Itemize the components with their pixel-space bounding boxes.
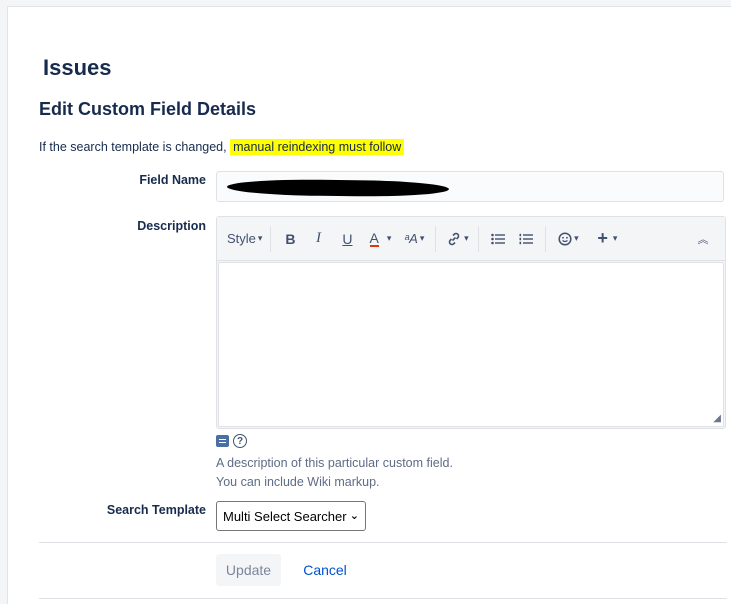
numbered-list-button[interactable] <box>512 225 540 253</box>
description-textarea[interactable]: ◢ <box>218 262 724 427</box>
wiki-markup-icon[interactable] <box>216 435 229 447</box>
help-icon[interactable]: ? <box>233 434 247 448</box>
field-name-label: Field Name <box>139 173 206 187</box>
chevron-down-icon: ▾ <box>612 233 618 243</box>
chevron-down-icon: ▾ <box>464 233 469 243</box>
field-name-input[interactable] <box>216 171 724 202</box>
numbered-list-icon <box>519 233 534 244</box>
update-button[interactable]: Update <box>216 554 281 586</box>
text-color-button[interactable]: A ▾ <box>362 225 398 253</box>
bottom-divider <box>39 598 727 599</box>
toolbar-separator <box>435 225 437 252</box>
link-icon <box>448 232 460 245</box>
plus-icon: + <box>597 228 608 248</box>
description-hint: A description of this particular custom … <box>216 456 453 470</box>
italic-button[interactable]: I <box>304 225 332 253</box>
chevron-down-icon: ⌄ <box>349 510 359 522</box>
search-template-label: Search Template <box>106 503 206 517</box>
underline-button[interactable]: U <box>332 225 362 253</box>
left-rail <box>0 6 8 604</box>
warning-text: If the search template is changed, <box>39 140 227 154</box>
wiki-markup-row: ? <box>216 434 247 448</box>
collapse-toolbar-button[interactable]: ︽ <box>689 225 717 253</box>
chevron-down-icon: ▾ <box>419 233 425 243</box>
top-strip <box>0 0 731 7</box>
emoji-button[interactable]: ▾ <box>551 225 585 253</box>
chevron-down-icon: ▾ <box>386 233 392 243</box>
form-divider <box>39 542 727 543</box>
page-title: Issues <box>43 55 112 80</box>
style-label: Style <box>227 231 256 246</box>
editor-toolbar: Style ▾ B I U A ▾ ᵃA ▾ ▾ ▾ + ▾ ︽ <box>217 217 725 261</box>
bullet-list-icon <box>491 233 506 244</box>
font-size-button[interactable]: ᵃA ▾ <box>398 225 430 253</box>
warning-highlight: manual reindexing must follow <box>230 139 405 155</box>
bold-button[interactable]: B <box>276 225 304 253</box>
redacted-value <box>226 178 450 198</box>
toolbar-separator <box>545 225 547 252</box>
chevron-down-icon: ▾ <box>257 233 263 243</box>
reindex-warning: If the search template is changed, manua… <box>39 139 405 155</box>
wiki-markup-hint: You can include Wiki markup. <box>216 475 380 489</box>
search-template-select[interactable]: Multi Select Searcher ⌄ <box>216 501 366 531</box>
cancel-button[interactable]: Cancel <box>297 554 353 586</box>
section-title: Edit Custom Field Details <box>39 99 257 119</box>
bullet-list-button[interactable] <box>484 225 512 253</box>
chevron-double-up-icon: ︽ <box>697 233 709 246</box>
chevron-down-icon: ▾ <box>574 233 579 243</box>
font-size-icon: ᵃA <box>404 231 418 246</box>
description-label: Description <box>137 219 206 233</box>
insert-more-button[interactable]: + ▾ <box>589 225 625 253</box>
description-editor: Style ▾ B I U A ▾ ᵃA ▾ ▾ ▾ + ▾ ︽ ◢ <box>216 216 726 429</box>
text-color-icon: A <box>369 229 379 247</box>
search-template-value: Multi Select Searcher <box>223 508 347 524</box>
emoji-icon <box>558 231 572 246</box>
resize-handle-icon[interactable]: ◢ <box>713 413 721 424</box>
link-button[interactable]: ▾ <box>441 225 473 253</box>
toolbar-separator <box>478 225 480 252</box>
style-dropdown[interactable]: Style ▾ <box>227 225 262 253</box>
toolbar-separator <box>270 225 272 252</box>
